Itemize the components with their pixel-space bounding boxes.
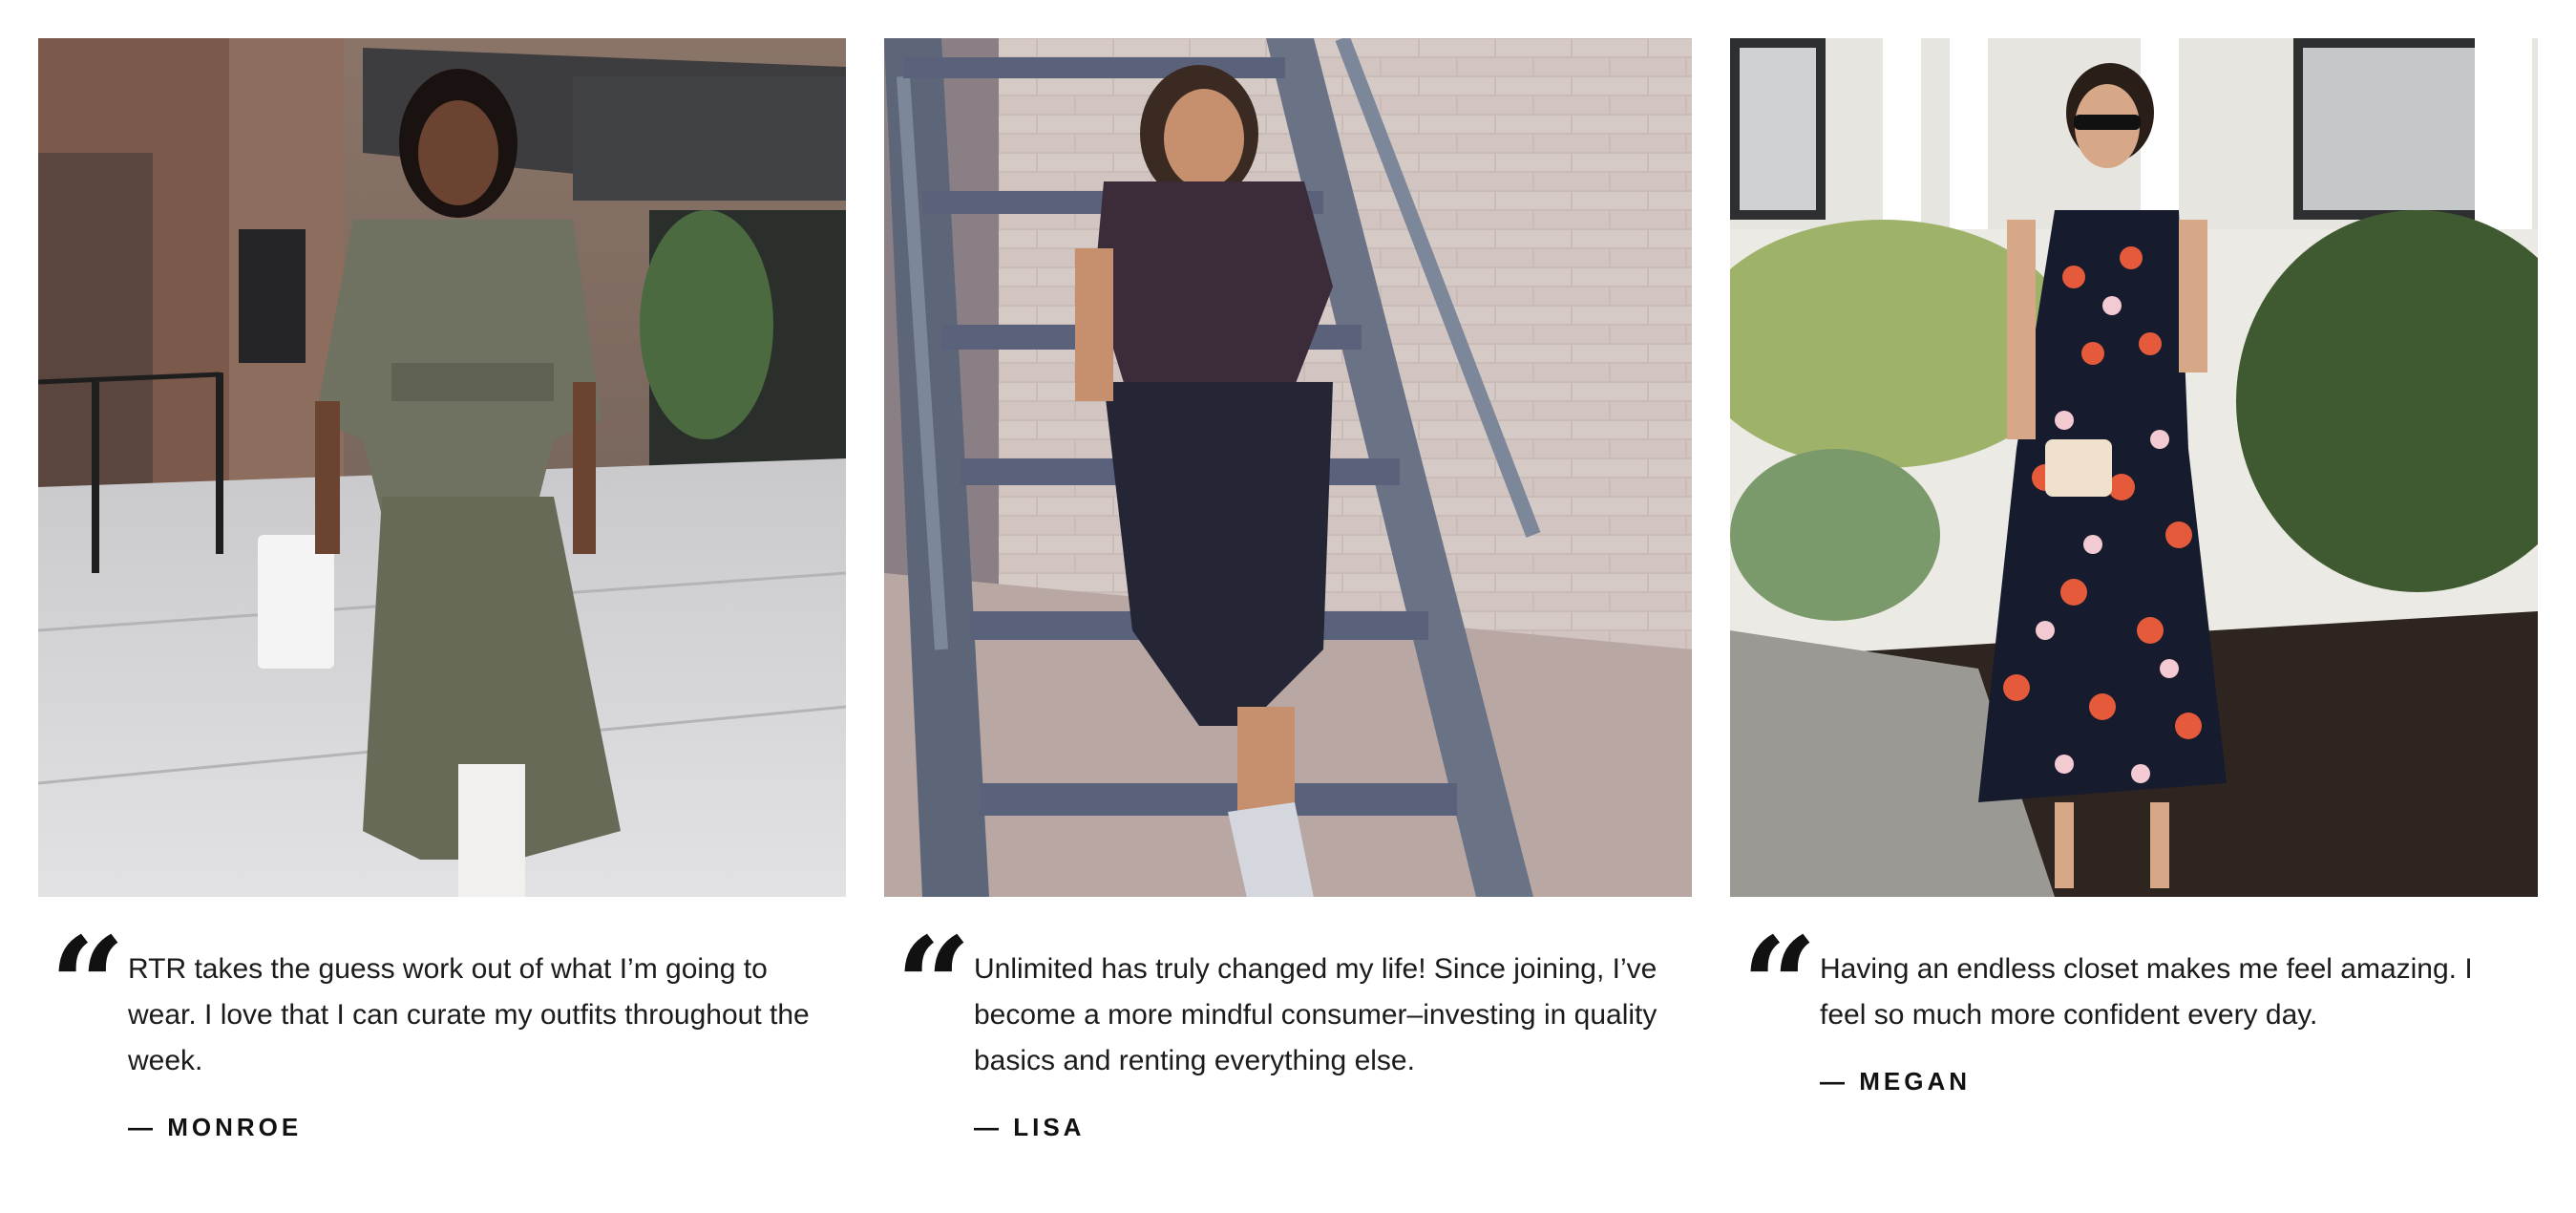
stairs-photo bbox=[884, 38, 1692, 897]
quote-mark-icon: “ bbox=[50, 907, 126, 1063]
testimonial-card-megan: “ Having an endless closet makes me feel… bbox=[1730, 38, 2538, 1142]
testimonial-photo-megan bbox=[1730, 38, 2538, 897]
quote-mark-icon: “ bbox=[1742, 907, 1818, 1063]
testimonial-quote-block: “ Unlimited has truly changed my life! S… bbox=[884, 920, 1692, 1142]
testimonial-quote-text: RTR takes the guess work out of what I’m… bbox=[128, 953, 810, 1076]
testimonial-quote-block: “ Having an endless closet makes me feel… bbox=[1730, 920, 2538, 1096]
garden-photo bbox=[1730, 38, 2538, 897]
testimonial-card-monroe: “ RTR takes the guess work out of what I… bbox=[38, 38, 846, 1142]
testimonial-photo-monroe bbox=[38, 38, 846, 897]
testimonial-author: — MONROE bbox=[128, 1113, 303, 1141]
testimonial-photo-lisa bbox=[884, 38, 1692, 897]
testimonial-quote-block: “ RTR takes the guess work out of what I… bbox=[38, 920, 846, 1142]
testimonial-quote-text: Having an endless closet makes me feel a… bbox=[1820, 953, 2473, 1031]
testimonials-section: “ RTR takes the guess work out of what I… bbox=[38, 38, 2538, 1142]
testimonial-author: — MEGAN bbox=[1820, 1067, 1971, 1096]
testimonial-quote-text: Unlimited has truly changed my life! Sin… bbox=[974, 953, 1658, 1076]
testimonial-author: — LISA bbox=[974, 1113, 1086, 1141]
quote-mark-icon: “ bbox=[896, 907, 972, 1063]
testimonial-card-lisa: “ Unlimited has truly changed my life! S… bbox=[884, 38, 1692, 1142]
street-style-photo bbox=[38, 38, 846, 897]
